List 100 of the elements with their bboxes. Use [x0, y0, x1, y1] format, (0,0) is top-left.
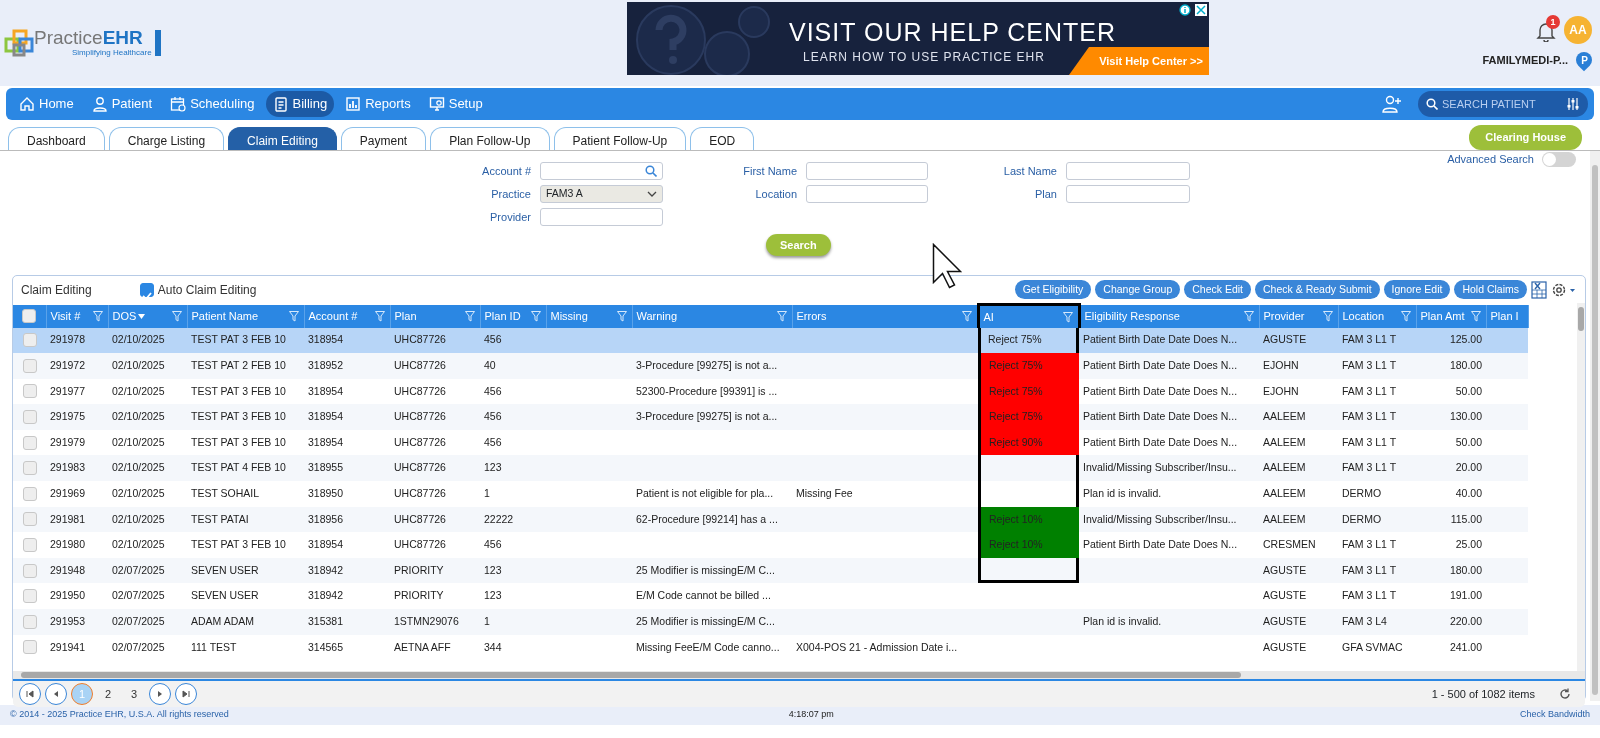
nav-item[interactable]: Setup [421, 91, 490, 117]
previous-page-button[interactable] [45, 683, 67, 705]
action-button[interactable]: Check & Ready Submit [1255, 279, 1380, 300]
check-bandwidth-link[interactable]: Check Bandwidth [1519, 708, 1590, 722]
visit-link[interactable]: 291979 [50, 435, 86, 448]
page-button[interactable]: 2 [97, 683, 119, 705]
nav-item[interactable]: Patient [84, 91, 160, 117]
filter-icon[interactable] [616, 310, 627, 322]
advanced-search-toggle[interactable] [1542, 151, 1576, 167]
column-header[interactable]: DOS [108, 304, 187, 328]
column-header[interactable]: Missing [546, 304, 632, 328]
account-link[interactable]: 318942 [308, 589, 344, 602]
filter-icon[interactable] [1400, 310, 1411, 322]
input-field[interactable] [806, 185, 928, 203]
account-link[interactable]: 318950 [308, 487, 344, 499]
account-link[interactable]: 318954 [308, 435, 344, 448]
row-checkbox[interactable] [22, 640, 37, 655]
ad-banner[interactable]: VISIT OUR HELP CENTER LEARN HOW TO USE PRACTICE EHR Visit Help Center >> [627, 2, 1209, 75]
row-checkbox[interactable] [22, 512, 37, 527]
row-checkbox[interactable] [22, 333, 37, 348]
checkbox[interactable] [139, 282, 154, 297]
column-header[interactable]: Visit # [46, 304, 108, 328]
tab[interactable]: Plan Follow-Up [430, 127, 550, 150]
add-user-icon[interactable] [1382, 95, 1402, 113]
tab[interactable]: Patient Follow-Up [553, 127, 687, 150]
tab[interactable]: EOD [690, 127, 755, 150]
filter-icon[interactable] [1243, 310, 1254, 322]
action-button[interactable]: Check Edit [1184, 279, 1252, 300]
filter-sliders-icon[interactable] [1566, 97, 1580, 111]
nav-item[interactable]: Home [12, 91, 81, 117]
column-header[interactable]: Location [1338, 304, 1416, 328]
nav-item[interactable]: Scheduling [163, 91, 262, 117]
page-scrollbar[interactable] [1590, 151, 1600, 701]
input-field[interactable] [1066, 162, 1190, 180]
first-page-button[interactable] [19, 683, 41, 705]
row-checkbox[interactable] [22, 589, 37, 604]
row-checkbox[interactable] [22, 614, 37, 629]
column-header[interactable]: AI [978, 304, 1079, 328]
tab[interactable]: Dashboard [8, 127, 105, 150]
visit-link[interactable]: 291941 [50, 640, 86, 653]
refresh-icon[interactable] [1559, 688, 1571, 700]
filter-icon[interactable] [464, 310, 475, 322]
account-link[interactable]: 318954 [308, 538, 344, 551]
filter-icon[interactable] [171, 310, 182, 322]
info-icon[interactable] [1179, 4, 1191, 16]
filter-icon[interactable] [530, 310, 541, 322]
action-button[interactable]: Ignore Edit [1383, 279, 1451, 300]
column-header[interactable]: Plan ID [480, 304, 546, 328]
last-page-button[interactable] [175, 683, 197, 705]
dropdown[interactable]: FAM3 A [540, 185, 663, 203]
horizontal-scrollbar[interactable] [13, 671, 1585, 679]
nav-item[interactable]: Billing [265, 91, 335, 117]
spreadsheet-icon[interactable] [1531, 280, 1547, 299]
search-field[interactable] [540, 162, 663, 180]
row-checkbox[interactable] [22, 461, 37, 476]
column-header[interactable]: Warning [632, 304, 792, 328]
filter-icon[interactable] [1322, 310, 1333, 322]
row-checkbox[interactable] [22, 538, 37, 553]
filter-icon[interactable] [374, 310, 385, 322]
row-checkbox[interactable] [22, 435, 37, 450]
column-header[interactable]: Errors [792, 304, 978, 328]
nav-item[interactable]: Reports [338, 91, 418, 117]
account-link[interactable]: 318952 [308, 359, 344, 371]
row-checkbox[interactable] [22, 410, 37, 425]
visit-link[interactable]: 291977 [50, 384, 86, 397]
account-link[interactable]: 314565 [308, 640, 344, 653]
column-header[interactable]: Patient Name [187, 304, 304, 328]
row-checkbox[interactable] [22, 563, 37, 578]
select-all-checkbox[interactable] [22, 309, 37, 323]
visit-link[interactable]: 291980 [50, 538, 86, 551]
next-page-button[interactable] [149, 683, 171, 705]
settings-icon[interactable] [1551, 281, 1577, 298]
filter-icon[interactable] [961, 310, 972, 322]
close-icon[interactable] [1195, 4, 1207, 16]
input-field[interactable] [540, 208, 663, 226]
row-checkbox[interactable] [22, 486, 37, 501]
vertical-scrollbar[interactable] [1577, 303, 1585, 671]
visit-link[interactable]: 291969 [50, 487, 86, 499]
row-checkbox[interactable] [22, 358, 37, 373]
input-field[interactable] [806, 162, 928, 180]
action-button[interactable]: Get Eligibility [1014, 279, 1092, 300]
input-field[interactable] [1066, 185, 1190, 203]
filter-icon[interactable] [1062, 312, 1073, 323]
page-button[interactable]: 3 [123, 683, 145, 705]
account-link[interactable]: 318954 [308, 384, 344, 397]
tab[interactable]: Charge Listing [108, 127, 225, 150]
column-header[interactable]: Account # [304, 304, 390, 328]
column-header[interactable]: Plan I [1486, 304, 1528, 328]
filter-icon[interactable] [1470, 310, 1481, 322]
action-button[interactable]: Hold Claims [1454, 279, 1527, 300]
tab[interactable]: Payment [340, 127, 427, 150]
column-header[interactable]: Plan Amt [1416, 304, 1486, 328]
patient-search-field[interactable]: SEARCH PATIENT [1418, 91, 1588, 117]
visit-link[interactable]: 291950 [50, 589, 86, 602]
tab[interactable]: Claim Editing [228, 127, 337, 150]
action-button[interactable]: Change Group [1095, 279, 1181, 300]
filter-icon[interactable] [288, 310, 299, 322]
row-checkbox[interactable] [22, 384, 37, 399]
filter-icon[interactable] [776, 310, 787, 322]
column-header[interactable]: Eligibility Response [1079, 304, 1259, 328]
